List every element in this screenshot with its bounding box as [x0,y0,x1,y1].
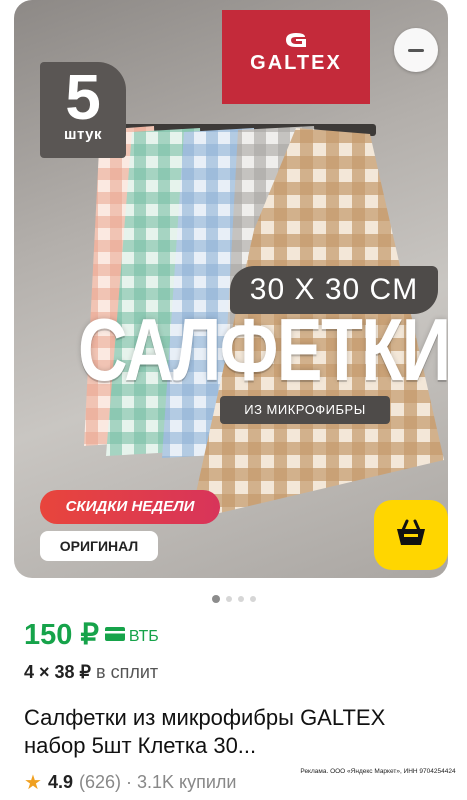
original-badge: ОРИГИНАЛ [40,531,158,561]
promo-badge: СКИДКИ НЕДЕЛИ [40,490,220,524]
review-count[interactable]: (626) [79,772,121,793]
split-amount: 4 × 38 ₽ [24,662,91,682]
price: 150 ₽ [24,618,99,651]
carousel-dot[interactable] [211,594,220,603]
brand-logo-icon [286,33,306,47]
carousel-dot[interactable] [225,595,232,602]
star-icon: ★ [24,772,42,794]
brand-banner: GALTEX [222,10,370,104]
ad-disclaimer: Реклама. ООО «Яндекс Маркет», ИНН 970425… [300,768,456,775]
material-label: ИЗ МИКРОФИБРЫ [220,396,390,424]
rating-row: ★ 4.9 (626) · 3.1K купили [24,770,236,795]
hide-ad-button[interactable] [394,28,438,72]
bought-count: 3.1K купили [137,772,237,792]
minus-icon [408,49,424,52]
brand-name: GALTEX [250,52,342,74]
bank-label: ВТБ [128,628,159,645]
separator: · [126,772,132,792]
add-to-cart-button[interactable] [374,500,448,570]
carousel-dot[interactable] [249,595,256,602]
pack-count: 5 [65,61,101,133]
carousel-indicator [0,590,467,603]
rating-score: 4.9 [47,772,73,792]
basket-icon [397,519,425,545]
bank-card-icon [104,627,125,641]
product-word: САЛФЕТКИ [78,300,448,399]
pack-count-badge: 5 штук [40,62,126,158]
carousel-dot[interactable] [237,595,244,602]
split-label: в сплит [96,662,159,682]
product-image-card[interactable]: 5 штук GALTEX 30 X 30 CM САЛФЕТКИ ИЗ МИК… [14,0,448,578]
split-payment[interactable]: 4 × 38 ₽ в сплит [24,662,158,683]
pack-unit: штук [63,126,103,143]
price-row: 150 ₽ ВТБ [24,616,159,652]
product-title[interactable]: Салфетки из микрофибры GALTEX набор 5шт … [24,704,444,760]
